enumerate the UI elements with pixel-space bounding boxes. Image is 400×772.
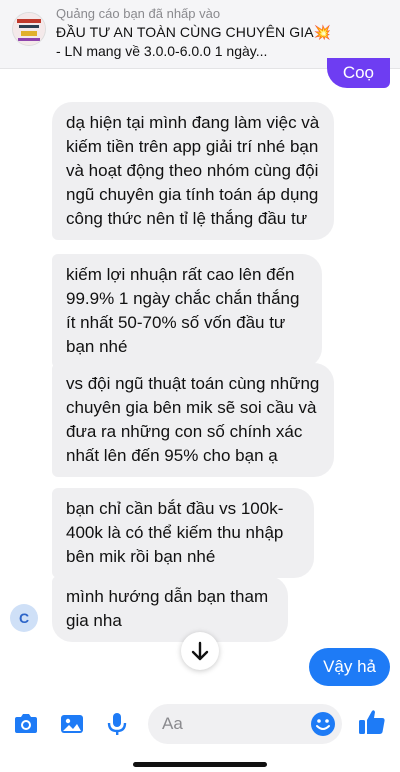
arrow-down-icon bbox=[191, 641, 209, 661]
incoming-message[interactable]: kiếm lợi nhuận rất cao lên đến 99.9% 1 n… bbox=[52, 254, 322, 368]
scroll-to-bottom-button[interactable] bbox=[181, 632, 219, 670]
home-indicator bbox=[133, 762, 267, 767]
camera-icon[interactable] bbox=[12, 710, 40, 738]
sender-avatar[interactable]: C bbox=[10, 604, 38, 632]
photo-icon[interactable] bbox=[58, 710, 86, 738]
message-composer bbox=[0, 686, 400, 772]
outgoing-message[interactable]: Vậy hả bbox=[309, 648, 390, 686]
incoming-message[interactable]: vs đội ngũ thuật toán cùng những chuyên … bbox=[52, 363, 334, 477]
ad-description[interactable]: - LN mang về 3.0.0-6.0.0 1 ngày... bbox=[56, 43, 267, 59]
microphone-icon[interactable] bbox=[103, 710, 131, 738]
incoming-message[interactable]: dạ hiện tại mình đang làm việc và kiếm t… bbox=[52, 102, 334, 240]
ad-title[interactable]: ĐẦU TƯ AN TOÀN CÙNG CHUYÊN GIA💥 bbox=[56, 24, 331, 41]
ad-thumbnail bbox=[12, 12, 46, 46]
thumbs-up-icon[interactable] bbox=[356, 706, 388, 738]
incoming-message[interactable]: bạn chỉ cần bắt đầu vs 100k-400k là có t… bbox=[52, 488, 314, 578]
outgoing-message[interactable]: Coọ bbox=[326, 58, 390, 88]
emoji-icon[interactable] bbox=[310, 711, 336, 737]
incoming-message[interactable]: mình hướng dẫn bạn tham gia nha bbox=[52, 576, 288, 642]
ad-label: Quảng cáo bạn đã nhấp vào bbox=[56, 6, 221, 21]
